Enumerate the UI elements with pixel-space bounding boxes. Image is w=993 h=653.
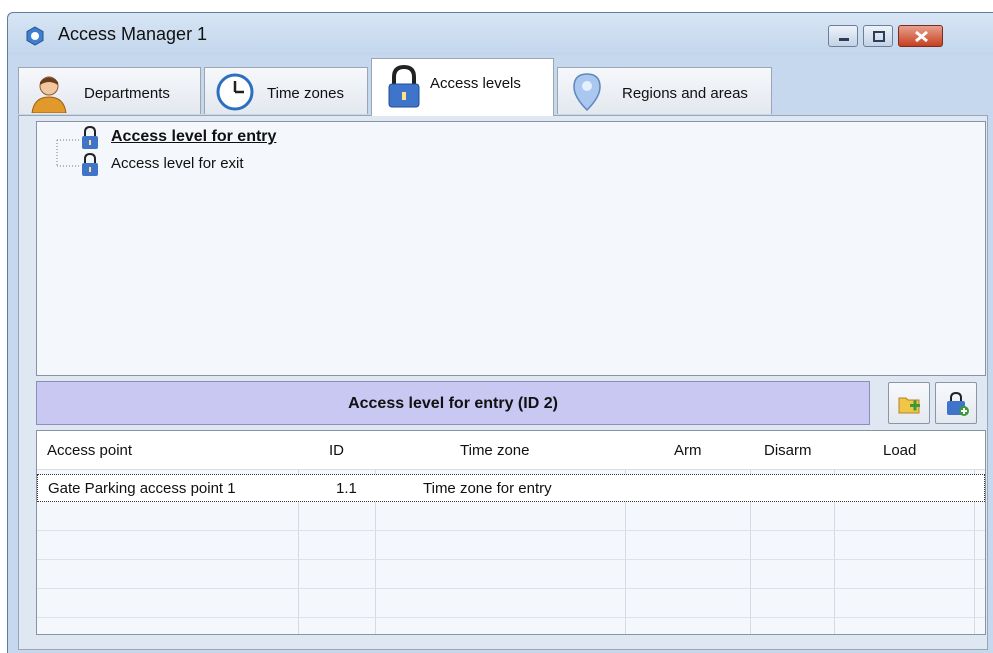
- tree-item-access-level-entry[interactable]: Access level for entry: [37, 126, 357, 150]
- padlock-icon: [388, 65, 420, 108]
- column-header-access-point[interactable]: Access point: [47, 442, 132, 459]
- tree-item-access-level-exit[interactable]: Access level for exit: [37, 153, 357, 177]
- tab-label: Departments: [84, 85, 170, 102]
- empty-row: [37, 561, 985, 589]
- cell-access-point: Gate Parking access point 1: [48, 480, 236, 497]
- table-row[interactable]: Gate Parking access point 1 1.1 Time zon…: [37, 474, 985, 502]
- minimize-button[interactable]: [828, 25, 858, 47]
- close-icon: [915, 30, 928, 43]
- tab-departments[interactable]: Departments: [18, 67, 201, 114]
- padlock-add-icon: [947, 391, 969, 416]
- column-header-id[interactable]: ID: [329, 442, 344, 459]
- title-bar[interactable]: Access Manager 1: [8, 13, 993, 55]
- selected-level-title: Access level for entry (ID 2): [348, 395, 558, 412]
- screen-edge: [0, 0, 7, 653]
- access-manager-window: Access Manager 1 Departments Time zones …: [7, 12, 993, 653]
- add-access-level-button[interactable]: [935, 382, 977, 424]
- column-header-load[interactable]: Load: [883, 442, 916, 459]
- app-logo-icon: [26, 26, 44, 46]
- padlock-icon: [82, 126, 98, 149]
- empty-row: [37, 590, 985, 618]
- close-button[interactable]: [898, 25, 943, 47]
- minimize-icon: [839, 38, 849, 41]
- map-pin-icon: [573, 73, 601, 112]
- selected-level-header: Access level for entry (ID 2): [36, 381, 870, 425]
- empty-row: [37, 503, 985, 531]
- cell-time-zone: Time zone for entry: [423, 480, 552, 497]
- tab-label: Regions and areas: [622, 85, 748, 102]
- add-folder-button[interactable]: [888, 382, 930, 424]
- column-header-disarm[interactable]: Disarm: [764, 442, 812, 459]
- column-header-arm[interactable]: Arm: [674, 442, 702, 459]
- access-levels-panel: Access level for entry Access level for …: [18, 115, 988, 650]
- access-points-grid[interactable]: Access point ID Time zone Arm Disarm Loa…: [36, 430, 986, 635]
- tree-item-label: Access level for entry: [111, 128, 277, 145]
- maximize-icon: [873, 31, 885, 42]
- padlock-icon: [82, 153, 98, 176]
- tab-strip: Departments Time zones Access levels Reg…: [18, 58, 988, 116]
- clock-icon: [216, 73, 254, 111]
- folder-add-icon: [898, 397, 920, 414]
- window-title: Access Manager 1: [58, 24, 208, 44]
- cell-id: 1.1: [336, 480, 357, 497]
- maximize-button[interactable]: [863, 25, 893, 47]
- column-header-time-zone[interactable]: Time zone: [460, 442, 529, 459]
- empty-row: [37, 532, 985, 560]
- tree-item-label: Access level for exit: [111, 155, 244, 172]
- tab-regions-and-areas[interactable]: Regions and areas: [557, 67, 772, 114]
- tab-label: Time zones: [267, 85, 344, 102]
- tab-time-zones[interactable]: Time zones: [204, 67, 368, 114]
- tab-access-levels[interactable]: Access levels: [371, 58, 554, 116]
- grid-header: Access point ID Time zone Arm Disarm Loa…: [37, 431, 985, 470]
- access-level-tree[interactable]: Access level for entry Access level for …: [36, 121, 986, 376]
- person-icon: [31, 76, 67, 113]
- tab-label: Access levels: [430, 75, 521, 92]
